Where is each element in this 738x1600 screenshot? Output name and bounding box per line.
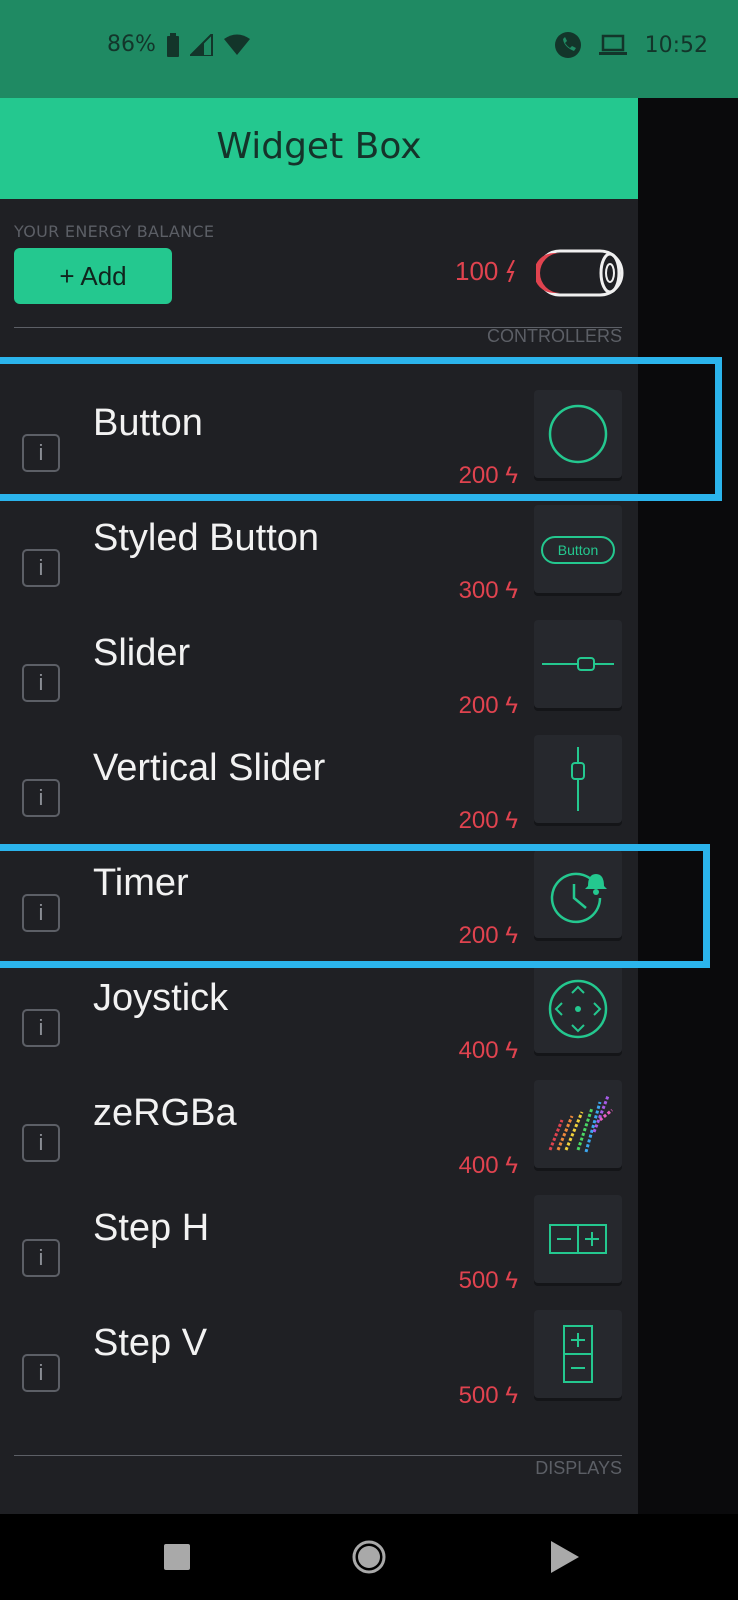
info-icon[interactable]: i [22, 549, 60, 587]
laptop-icon [598, 34, 627, 55]
widget-row-slider[interactable]: i Slider 200 ϟ [0, 620, 638, 735]
widget-cost: 400 ϟ [458, 1152, 518, 1179]
info-icon[interactable]: i [22, 664, 60, 702]
widget-name: Joystick [93, 977, 229, 1019]
widget-name: Vertical Slider [93, 747, 326, 789]
recents-icon[interactable] [163, 1543, 191, 1571]
info-icon[interactable]: i [22, 1124, 60, 1162]
widget-name: Step H [93, 1207, 210, 1249]
page-title: Widget Box [216, 126, 422, 167]
widget-row-vertical-slider[interactable]: i Vertical Slider 200 ϟ [0, 735, 638, 850]
energy-battery-icon [536, 249, 624, 297]
info-icon[interactable]: i [22, 779, 60, 817]
battery-percent: 86% [107, 32, 156, 57]
widget-cost: 200 ϟ [458, 692, 518, 719]
styled-button-icon[interactable]: Button [534, 505, 622, 593]
wifi-icon [223, 34, 250, 55]
widget-name: zeRGBa [93, 1092, 237, 1134]
joystick-icon[interactable] [534, 965, 622, 1053]
navigation-bar [0, 1514, 738, 1600]
step-h-icon[interactable] [534, 1195, 622, 1283]
dimmed-background[interactable] [638, 98, 738, 1514]
widget-row-step-h[interactable]: i Step H 500 ϟ [0, 1195, 638, 1310]
widget-name: Slider [93, 632, 191, 674]
back-icon[interactable] [551, 1541, 579, 1573]
widget-name: Step V [93, 1322, 208, 1364]
highlight-box-timer [0, 844, 710, 968]
widget-name: Styled Button [93, 517, 320, 559]
status-left: 86% [107, 32, 250, 57]
call-icon [554, 32, 581, 58]
displays-section-label: DISPLAYS [535, 1458, 622, 1478]
highlight-box-button [0, 357, 722, 501]
info-icon[interactable]: i [22, 1354, 60, 1392]
step-v-icon[interactable] [534, 1310, 622, 1398]
panel-header: Widget Box [0, 98, 638, 199]
widget-cost: 500 ϟ [458, 1382, 518, 1409]
zergba-icon[interactable] [534, 1080, 622, 1168]
energy-bolt-icon [506, 259, 515, 283]
slider-icon[interactable] [534, 620, 622, 708]
widget-row-step-v[interactable]: i Step V 500 ϟ [0, 1310, 638, 1425]
widget-cost: 200 ϟ [458, 807, 518, 834]
vertical-slider-icon[interactable] [534, 735, 622, 823]
widget-row-zergba[interactable]: i zeRGBa 400 ϟ [0, 1080, 638, 1195]
widget-cost: 400 ϟ [458, 1037, 518, 1064]
info-icon[interactable]: i [22, 1239, 60, 1277]
cell-signal-icon [189, 33, 213, 56]
widget-box-panel: Widget Box YOUR ENERGY BALANCE + Add 100… [0, 98, 638, 1514]
add-energy-button[interactable]: + Add [14, 248, 172, 304]
widget-cost: 300 ϟ [458, 577, 518, 604]
displays-divider [14, 1455, 622, 1456]
status-right: 10:52 [554, 32, 708, 58]
energy-balance-label: YOUR ENERGY BALANCE [14, 222, 215, 241]
styled-button-icon-text: Button [558, 542, 598, 558]
widget-row-joystick[interactable]: i Joystick 400 ϟ [0, 965, 638, 1080]
info-icon[interactable]: i [22, 1009, 60, 1047]
energy-balance-value: 100 [455, 256, 518, 287]
status-bar: 86% 10:52 [0, 0, 738, 98]
clock: 10:52 [644, 32, 708, 58]
widget-row-styled-button[interactable]: i Styled Button 300 ϟ Button [0, 505, 638, 620]
widget-cost: 500 ϟ [458, 1267, 518, 1294]
controllers-section-label: CONTROLLERS [486, 326, 622, 346]
home-icon[interactable] [351, 1539, 387, 1575]
battery-status-icon [166, 32, 179, 57]
